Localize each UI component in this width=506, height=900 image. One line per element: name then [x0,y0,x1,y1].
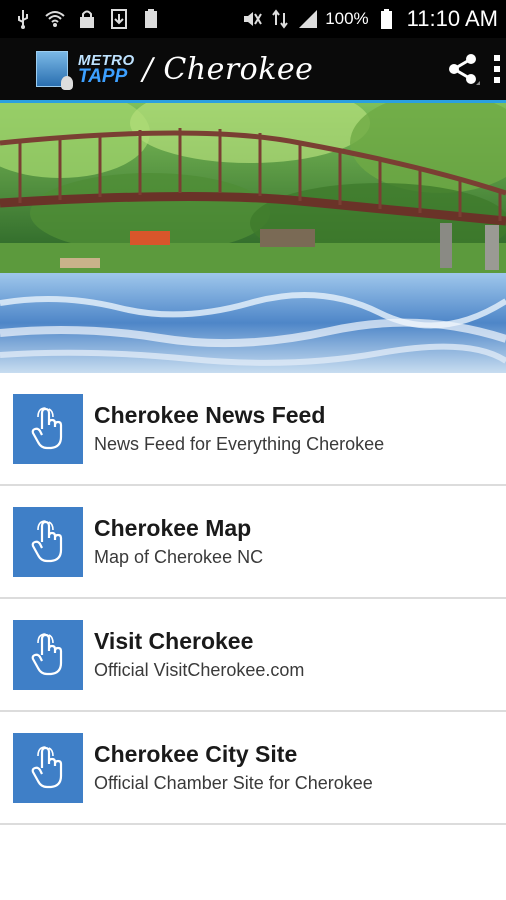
download-icon [108,8,130,30]
list-item-subtitle: Map of Cherokee NC [94,546,264,567]
list-item-subtitle: Official VisitCherokee.com [94,659,305,680]
list-item-text: Cherokee Map Map of Cherokee NC [94,514,263,570]
list-item-news-feed[interactable]: Cherokee News Feed News Feed for Everyth… [0,373,506,486]
status-bar: 100% 11:10 AM [0,0,506,38]
menu-list: Cherokee News Feed News Feed for Everyth… [0,373,506,825]
tap-hand-icon [13,732,83,803]
lock-icon [76,8,98,30]
list-item-text: Cherokee City Site Official Chamber Site… [94,740,373,796]
wifi-icon [44,8,66,30]
tap-hand-icon [13,393,83,464]
share-button[interactable] [438,38,488,100]
mute-icon [241,8,263,30]
tap-hand-icon [13,619,83,690]
overflow-menu-icon [494,55,500,83]
logo-tapp-text: TAPP [78,66,128,87]
app-logo: METRO TAPP [78,53,135,87]
overflow-menu-button[interactable] [488,38,506,100]
list-item-subtitle: News Feed for Everything Cherokee [94,433,385,454]
battery-icon [375,8,397,30]
status-icons-right: 100% 11:10 AM [241,6,498,32]
list-item-map[interactable]: Cherokee Map Map of Cherokee NC [0,486,506,599]
battery-percent: 100% [325,9,369,28]
signal-icon [297,8,319,30]
battery-100-icon [140,8,162,30]
metrotapp-logo-icon [36,51,73,90]
list-item-title: Cherokee News Feed [94,401,326,428]
page-title: / Cherokee [142,51,314,87]
share-icon [449,54,480,85]
usb-icon [12,8,34,30]
list-item-city-site[interactable]: Cherokee City Site Official Chamber Site… [0,712,506,825]
status-icons-left [12,8,162,30]
river-bridge-photo [0,103,506,373]
data-arrows-icon [269,8,291,30]
list-item-text: Visit Cherokee Official VisitCherokee.co… [94,627,304,683]
list-item-text: Cherokee News Feed News Feed for Everyth… [94,401,384,457]
list-item-subtitle: Official Chamber Site for Cherokee [94,772,373,793]
action-bar: METRO TAPP / Cherokee [0,38,506,100]
list-item-title: Visit Cherokee [94,627,254,654]
clock: 11:10 AM [406,6,498,31]
action-bar-actions [438,38,506,100]
list-item-title: Cherokee City Site [94,740,298,767]
list-item-title: Cherokee Map [94,514,252,541]
list-item-visit-cherokee[interactable]: Visit Cherokee Official VisitCherokee.co… [0,599,506,712]
tap-hand-icon [13,506,83,577]
